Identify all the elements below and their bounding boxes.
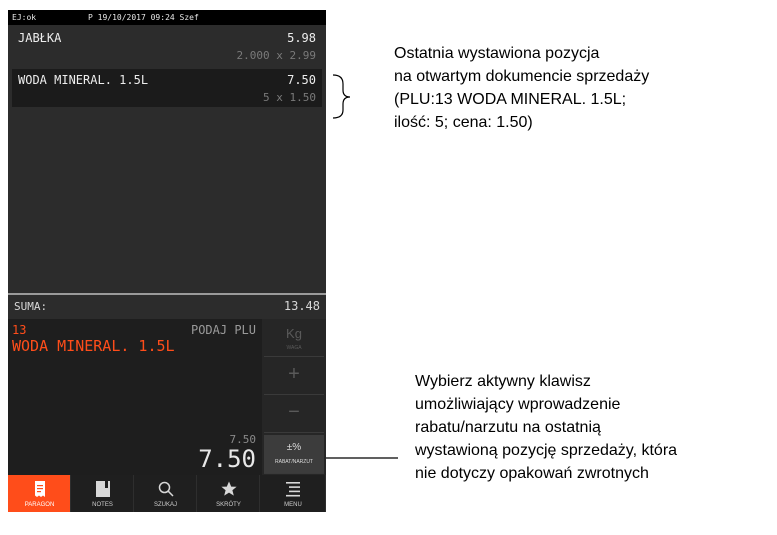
bracket-connector bbox=[332, 74, 351, 119]
annotation-line: na otwartym dokumencie sprzedaży bbox=[394, 68, 650, 85]
annotation-line: Ostatnia wystawiona pozycja bbox=[394, 45, 600, 62]
annotation-line: (PLU:13 WODA MINERAL. 1.5L; bbox=[394, 91, 627, 108]
annotation-line: rabatu/narzutu na ostatnią bbox=[415, 419, 601, 436]
annotation-line: nie dotyczy opakowań zwrotnych bbox=[415, 465, 649, 482]
annotation-last-item: Ostatnia wystawiona pozycja na otwartym … bbox=[394, 42, 774, 134]
annotation-discount-key: Wybierz aktywny klawisz umożliwiający wp… bbox=[415, 370, 775, 485]
annotation-line: ilość: 5; cena: 1.50) bbox=[394, 114, 533, 131]
annotation-line: umożliwiający wprowadzenie bbox=[415, 396, 621, 413]
annotation-line: Wybierz aktywny klawisz bbox=[415, 373, 591, 390]
annotation-line: wystawioną pozycję sprzedaży, która bbox=[415, 442, 678, 459]
